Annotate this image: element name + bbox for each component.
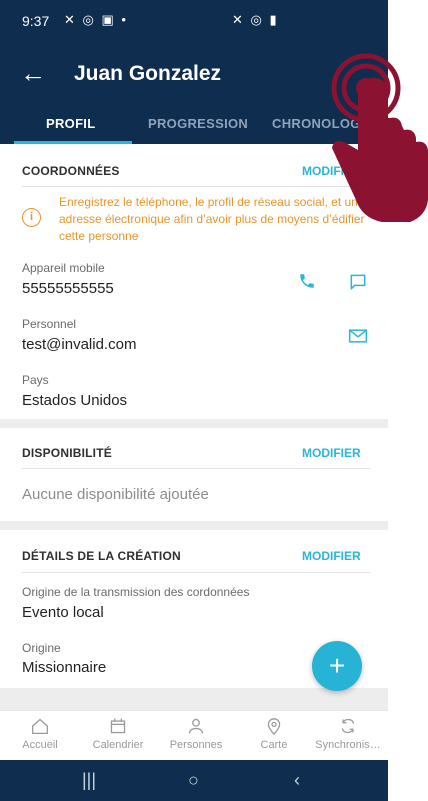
sync-icon (310, 717, 386, 739)
nav-item-personnes[interactable]: Personnes (158, 717, 234, 751)
email-icon[interactable] (348, 328, 368, 349)
system-back-button[interactable]: ‹ (294, 770, 300, 791)
personal-email-value: test@invalid.com (22, 336, 137, 353)
edit-availability-button[interactable]: MODIFIER (302, 446, 361, 460)
nav-label: Calendrier (92, 739, 144, 751)
nav-item-calendrier[interactable]: Calendrier (80, 717, 156, 751)
origin-label: Origine (22, 641, 61, 655)
mobile-value: 55555555555 (22, 280, 114, 297)
edit-creation-button[interactable]: MODIFIER (302, 549, 361, 563)
home-button[interactable]: ○ (188, 770, 199, 791)
nav-item-carte[interactable]: Carte (236, 717, 312, 751)
personal-email-label: Personnel (22, 317, 77, 331)
system-navigation-bar: ||| ○ ‹ (0, 760, 388, 801)
nav-label: Personnes (169, 739, 223, 751)
home-icon (2, 717, 78, 739)
tab-profil[interactable]: PROFIL (46, 116, 95, 131)
nav-item-synchronisation[interactable]: Synchronis… (310, 717, 386, 751)
origin-value: Missionnaire (22, 659, 107, 676)
system-status-icons: ✕ ◎ ▮ (232, 12, 279, 27)
mobile-label: Appareil mobile (22, 261, 105, 275)
phone-call-icon[interactable] (298, 272, 316, 295)
page-title: Juan Gonzalez (74, 62, 222, 85)
section-gap (0, 419, 388, 428)
notification-icons: ✕ ◎ ▣ • (64, 12, 128, 27)
warning-text: Enregistrez le téléphone, le profil de r… (59, 195, 365, 243)
availability-empty-text: Aucune disponibilité ajoutée (22, 486, 209, 503)
country-value: Estados Unidos (22, 392, 128, 409)
country-label: Pays (22, 373, 49, 387)
divider (22, 468, 370, 469)
divider (22, 186, 370, 187)
calendar-icon (80, 717, 156, 739)
info-icon: i (22, 208, 41, 227)
nav-item-accueil[interactable]: Accueil (2, 717, 78, 751)
section-gap (0, 521, 388, 530)
nav-label: Carte (260, 739, 288, 751)
map-pin-icon (236, 717, 312, 739)
status-bar: 9:37 ✕ ◎ ▣ • ✕ ◎ ▮ (0, 0, 388, 42)
add-fab-button[interactable]: + (312, 641, 362, 691)
divider (22, 572, 370, 573)
nav-label: Synchronis… (315, 739, 381, 751)
warning-banner: i Enregistrez le téléphone, le profil de… (22, 194, 372, 246)
transmission-origin-label: Origine de la transmission des cordonnée… (22, 585, 250, 599)
transmission-origin-value: Evento local (22, 604, 104, 621)
back-arrow-icon[interactable]: ← (20, 58, 46, 88)
person-icon (158, 717, 234, 739)
message-icon[interactable] (348, 272, 368, 297)
tab-progression[interactable]: PROGRESSION (148, 116, 248, 131)
tap-hand-icon (331, 53, 428, 222)
nav-label: Accueil (22, 739, 58, 751)
recents-button[interactable]: ||| (82, 770, 96, 791)
status-time: 9:37 (22, 13, 50, 29)
section-gap (0, 688, 388, 710)
bottom-navigation: Accueil Calendrier Personnes Carte Synch… (0, 710, 388, 761)
